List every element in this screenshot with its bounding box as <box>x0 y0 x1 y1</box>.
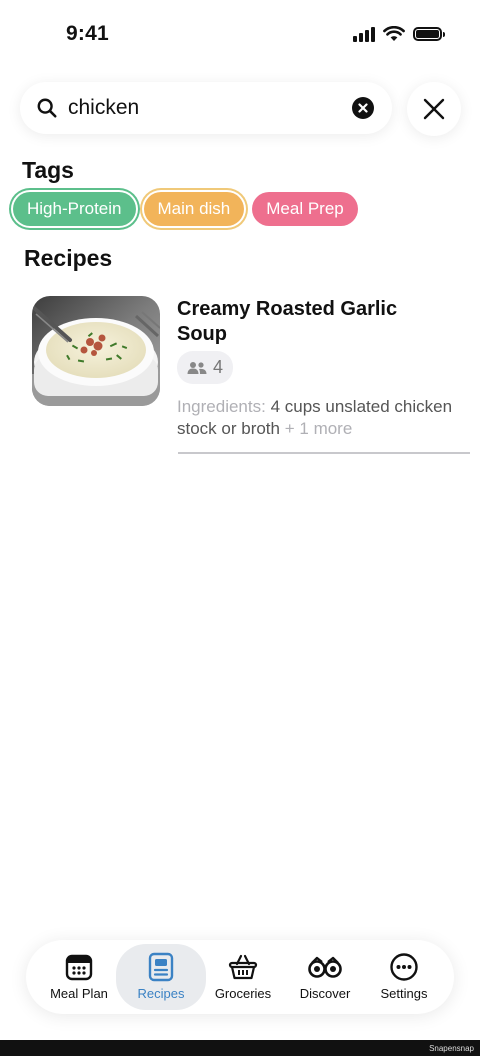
status-icons <box>353 26 445 42</box>
tag-meal-prep[interactable]: Meal Prep <box>252 192 358 226</box>
tab-discover[interactable]: Discover <box>280 940 370 1014</box>
tab-recipes[interactable]: Recipes <box>116 944 206 1010</box>
close-search-button[interactable] <box>407 82 461 136</box>
tab-recipes-label: Recipes <box>137 986 185 1001</box>
wifi-icon <box>383 26 405 41</box>
soup-photo <box>32 296 160 406</box>
tab-bar: Meal Plan Recipes Groceries Discover Set… <box>26 940 454 1014</box>
recipe-title[interactable]: Creamy Roasted Garlic Soup <box>177 297 437 347</box>
more-icon <box>390 953 418 981</box>
tab-groceries[interactable]: Groceries <box>198 940 288 1014</box>
recipe-book-icon <box>148 952 174 982</box>
servings-badge: 4 <box>177 351 234 384</box>
battery-icon <box>413 27 445 41</box>
ingredients-label: Ingredients: <box>177 397 266 416</box>
bottom-strip <box>0 1040 480 1056</box>
recipes-heading: Recipes <box>24 245 113 271</box>
clear-search-button[interactable] <box>352 97 374 119</box>
search-icon <box>37 98 57 118</box>
tab-discover-label: Discover <box>299 986 351 1001</box>
tag-main-dish[interactable]: Main dish <box>143 192 245 226</box>
people-icon <box>187 361 207 374</box>
tab-meal-plan-label: Meal Plan <box>50 986 108 1001</box>
binoculars-icon <box>308 956 342 978</box>
search-bar[interactable]: chicken <box>20 82 392 134</box>
ingredients-more: + 1 more <box>284 419 353 438</box>
tab-meal-plan[interactable]: Meal Plan <box>34 940 124 1014</box>
calendar-icon <box>65 954 93 981</box>
tag-list: High-Protein Main dish Meal Prep <box>13 192 358 226</box>
recipe-thumbnail[interactable] <box>32 296 160 406</box>
recipe-ingredients: Ingredients: 4 cups unslated chicken sto… <box>177 396 467 440</box>
watermark: Snapensnap <box>429 1044 474 1053</box>
basket-icon <box>228 954 258 980</box>
recipe-divider <box>178 452 470 454</box>
servings-count: 4 <box>213 357 224 377</box>
tags-heading: Tags <box>22 157 74 183</box>
cellular-signal-icon <box>353 26 375 42</box>
search-input[interactable]: chicken <box>68 96 352 120</box>
close-icon <box>423 98 445 120</box>
tab-settings-label: Settings <box>380 986 428 1001</box>
status-time: 9:41 <box>66 22 109 45</box>
clear-icon <box>358 103 368 113</box>
tag-high-protein[interactable]: High-Protein <box>13 192 136 226</box>
tab-groceries-label: Groceries <box>214 986 272 1001</box>
tab-settings[interactable]: Settings <box>359 940 449 1014</box>
